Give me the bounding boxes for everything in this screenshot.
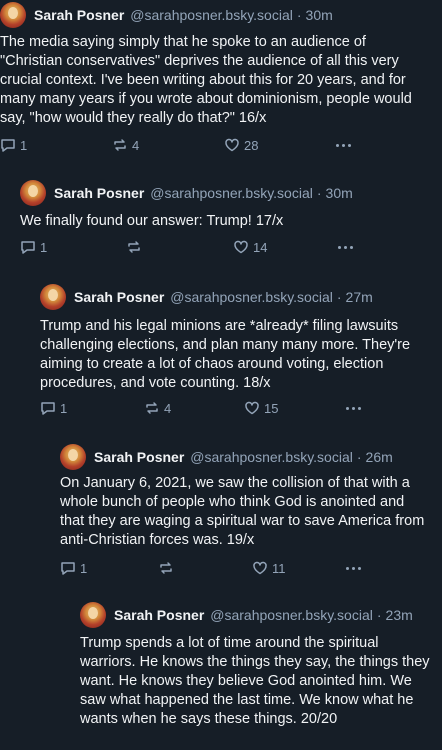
avatar[interactable] bbox=[20, 180, 46, 206]
like-count: 28 bbox=[244, 137, 259, 153]
post-actions: 1 14 bbox=[20, 237, 442, 257]
post-actions: 1 11 bbox=[60, 558, 442, 578]
post-time[interactable]: 30m bbox=[306, 7, 333, 23]
reply-icon bbox=[41, 402, 55, 415]
post-actions: 1 4 15 bbox=[40, 398, 442, 418]
post-time[interactable]: 26m bbox=[366, 449, 393, 465]
author-name[interactable]: Sarah Posner bbox=[34, 7, 124, 23]
separator: · bbox=[376, 607, 382, 623]
reply-count: 1 bbox=[40, 239, 48, 255]
like-button[interactable]: 14 bbox=[233, 237, 267, 257]
reply-count: 1 bbox=[60, 400, 68, 416]
avatar[interactable] bbox=[0, 2, 26, 28]
avatar[interactable] bbox=[60, 444, 86, 470]
author-handle[interactable]: @sarahposner.bsky.social bbox=[210, 607, 373, 623]
heart-icon bbox=[253, 561, 267, 575]
post-19[interactable]: Sarah Posner @sarahposner.bsky.social · … bbox=[0, 432, 442, 582]
more-options-icon[interactable] bbox=[338, 237, 353, 257]
repost-count: 4 bbox=[164, 400, 172, 416]
post-17[interactable]: Sarah Posner @sarahposner.bsky.social · … bbox=[0, 170, 442, 270]
author-name[interactable]: Sarah Posner bbox=[54, 185, 144, 201]
separator: · bbox=[316, 185, 322, 201]
repost-icon bbox=[128, 241, 140, 253]
reply-button[interactable]: 1 bbox=[40, 398, 67, 418]
like-count: 14 bbox=[253, 239, 268, 255]
heart-icon bbox=[234, 240, 248, 254]
author-handle[interactable]: @sarahposner.bsky.social bbox=[190, 449, 353, 465]
like-button[interactable]: 11 bbox=[252, 558, 286, 578]
author-name[interactable]: Sarah Posner bbox=[94, 449, 184, 465]
reply-icon bbox=[61, 562, 75, 575]
author-handle[interactable]: @sarahposner.bsky.social bbox=[130, 7, 293, 23]
post-header: Sarah Posner @sarahposner.bsky.social · … bbox=[0, 0, 333, 30]
repost-button[interactable] bbox=[158, 558, 178, 578]
post-20[interactable]: Sarah Posner @sarahposner.bsky.social · … bbox=[0, 592, 442, 750]
post-time[interactable]: 27m bbox=[346, 289, 373, 305]
more-options-icon[interactable] bbox=[336, 135, 351, 155]
post-header: Sarah Posner @sarahposner.bsky.social · … bbox=[80, 600, 413, 630]
post-text: On January 6, 2021, we saw the collision… bbox=[60, 475, 429, 548]
like-button[interactable]: 15 bbox=[244, 398, 278, 418]
reply-button[interactable]: 1 bbox=[60, 558, 87, 578]
like-count: 11 bbox=[272, 560, 286, 576]
separator: · bbox=[296, 7, 302, 23]
author-name[interactable]: Sarah Posner bbox=[74, 289, 164, 305]
reply-button[interactable]: 1 bbox=[20, 237, 47, 257]
repost-icon bbox=[114, 139, 126, 151]
repost-button[interactable] bbox=[126, 237, 146, 257]
post-actions: 1 4 28 bbox=[0, 135, 442, 155]
separator: · bbox=[356, 449, 362, 465]
post-text: Trump and his legal minions are *already… bbox=[40, 318, 415, 391]
post-16[interactable]: Sarah Posner @sarahposner.bsky.social · … bbox=[0, 0, 442, 160]
reply-icon bbox=[21, 241, 35, 254]
author-handle[interactable]: @sarahposner.bsky.social bbox=[170, 289, 333, 305]
repost-count: 4 bbox=[132, 137, 140, 153]
author-name[interactable]: Sarah Posner bbox=[114, 607, 204, 623]
post-header: Sarah Posner @sarahposner.bsky.social · … bbox=[40, 282, 373, 312]
avatar[interactable] bbox=[40, 284, 66, 310]
repost-button[interactable]: 4 bbox=[112, 135, 139, 155]
post-text: We finally found our answer: Trump! 17/x bbox=[20, 213, 284, 229]
post-18[interactable]: Sarah Posner @sarahposner.bsky.social · … bbox=[0, 272, 442, 432]
heart-icon bbox=[225, 138, 239, 152]
separator: · bbox=[336, 289, 342, 305]
post-time[interactable]: 30m bbox=[326, 185, 353, 201]
reply-count: 1 bbox=[20, 137, 28, 153]
author-handle[interactable]: @sarahposner.bsky.social bbox=[150, 185, 313, 201]
reply-count: 1 bbox=[80, 560, 88, 576]
post-header: Sarah Posner @sarahposner.bsky.social · … bbox=[20, 178, 353, 208]
post-text: The media saying simply that he spoke to… bbox=[0, 34, 416, 126]
like-button[interactable]: 28 bbox=[224, 135, 258, 155]
repost-button[interactable]: 4 bbox=[144, 398, 171, 418]
repost-icon bbox=[146, 402, 158, 414]
reply-icon bbox=[1, 139, 15, 152]
avatar[interactable] bbox=[80, 602, 106, 628]
more-options-icon[interactable] bbox=[346, 398, 361, 418]
post-header: Sarah Posner @sarahposner.bsky.social · … bbox=[60, 442, 393, 472]
post-text: Trump spends a lot of time around the sp… bbox=[80, 635, 434, 727]
like-count: 15 bbox=[264, 400, 279, 416]
heart-icon bbox=[245, 401, 259, 415]
post-time[interactable]: 23m bbox=[386, 607, 413, 623]
reply-button[interactable]: 1 bbox=[0, 135, 27, 155]
more-options-icon[interactable] bbox=[346, 558, 361, 578]
repost-icon bbox=[160, 562, 172, 574]
